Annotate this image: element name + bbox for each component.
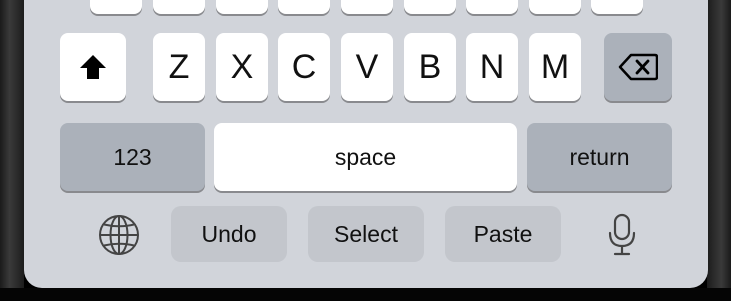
key-label: X (230, 47, 254, 86)
select-button[interactable]: Select (308, 206, 424, 262)
keyboard: Z X C V B N M 123 space return Undo Sele… (24, 0, 708, 288)
return-key[interactable]: return (527, 123, 672, 191)
screen: Z X C V B N M 123 space return Undo Sele… (0, 0, 731, 301)
key-label: V (355, 47, 379, 86)
microphone-icon (608, 213, 636, 256)
microphone-button[interactable] (600, 210, 644, 260)
key-top-partial[interactable] (278, 0, 330, 14)
undo-button[interactable]: Undo (171, 206, 287, 262)
key-x[interactable]: X (216, 33, 268, 101)
delete-key[interactable] (604, 33, 672, 101)
key-m[interactable]: M (529, 33, 581, 101)
shift-icon (80, 55, 106, 79)
key-label: space (334, 143, 397, 170)
key-c[interactable]: C (278, 33, 330, 101)
key-top-partial[interactable] (153, 0, 205, 14)
shift-key[interactable] (60, 33, 126, 101)
key-label: C (291, 47, 317, 86)
device-frame-left (0, 0, 24, 301)
key-top-partial[interactable] (404, 0, 456, 14)
key-n[interactable]: N (466, 33, 518, 101)
select-label: Select (334, 220, 398, 247)
key-top-partial[interactable] (591, 0, 643, 14)
key-label: N (479, 47, 505, 86)
key-b[interactable]: B (404, 33, 456, 101)
key-label: 123 (113, 143, 152, 170)
device-frame-bottom (0, 288, 731, 301)
key-top-partial[interactable] (529, 0, 581, 14)
undo-label: Undo (201, 220, 257, 247)
paste-label: Paste (473, 220, 533, 247)
numbers-key[interactable]: 123 (60, 123, 205, 191)
globe-button[interactable] (94, 212, 144, 258)
key-top-partial[interactable] (90, 0, 142, 14)
delete-icon (618, 53, 658, 81)
device-frame-right (707, 0, 731, 301)
paste-button[interactable]: Paste (445, 206, 561, 262)
key-v[interactable]: V (341, 33, 393, 101)
key-label: Z (168, 47, 190, 86)
key-top-partial[interactable] (341, 0, 393, 14)
key-top-partial[interactable] (216, 0, 268, 14)
globe-icon (99, 215, 139, 255)
key-label: B (418, 47, 442, 86)
key-label: M (540, 47, 570, 86)
space-key[interactable]: space (214, 123, 517, 191)
key-label: return (569, 143, 630, 170)
key-z[interactable]: Z (153, 33, 205, 101)
key-top-partial[interactable] (466, 0, 518, 14)
